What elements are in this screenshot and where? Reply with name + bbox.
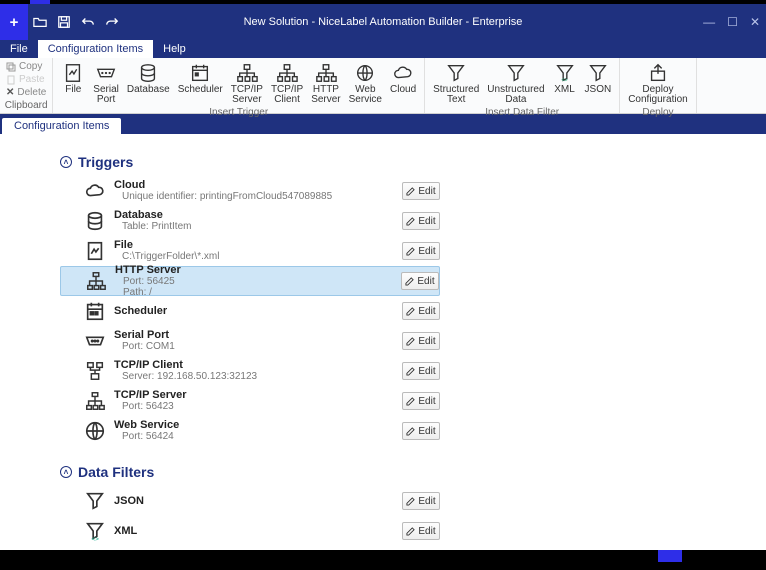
trigger-row[interactable]: CloudUnique identifier: printingFromClou…	[60, 176, 440, 206]
qat-new-button[interactable]: +	[0, 4, 28, 40]
edit-button[interactable]: Edit	[402, 302, 440, 320]
edit-button[interactable]: Edit	[402, 392, 440, 410]
ribbon-deploy[interactable]: DeployConfiguration	[624, 60, 691, 107]
ribbon-trigger-scheduler[interactable]: Scheduler	[174, 60, 227, 97]
section-filters-header[interactable]: ˄ Data Filters	[60, 464, 766, 480]
menubar: File Configuration Items Help	[0, 40, 766, 58]
edit-button[interactable]: Edit	[402, 362, 440, 380]
ribbon-filter-xml[interactable]: <>XML	[549, 60, 581, 97]
trigger-row[interactable]: Web ServicePort: 56424 Edit	[60, 416, 440, 446]
item-title: TCP/IP Server	[114, 390, 394, 401]
qat-open-button[interactable]	[28, 4, 52, 40]
menu-file[interactable]: File	[0, 40, 38, 58]
svg-text:<>: <>	[91, 536, 99, 542]
qat-undo-button[interactable]	[76, 4, 100, 40]
item-sub: Port: COM1	[114, 341, 394, 352]
tcpclient-icon	[84, 360, 106, 382]
ribbon-trigger-serial[interactable]: SerialPort	[89, 60, 123, 107]
edit-button[interactable]: Edit	[402, 212, 440, 230]
breadcrumb-tab[interactable]: Configuration Items	[2, 118, 121, 134]
filter-row[interactable]: JSON Edit	[60, 486, 440, 516]
item-title: Cloud	[114, 180, 394, 191]
item-title: Serial Port	[114, 330, 394, 341]
ribbon-delete[interactable]: ✕Delete	[4, 86, 48, 99]
trigger-row[interactable]: TCP/IP ServerPort: 56423 Edit	[60, 386, 440, 416]
edit-button[interactable]: Edit	[402, 242, 440, 260]
trigger-row[interactable]: HTTP ServerPort: 56425Path: / Edit	[60, 266, 440, 296]
maximize-button[interactable]: ☐	[727, 15, 738, 29]
edit-button[interactable]: Edit	[401, 272, 439, 290]
trigger-row[interactable]: TCP/IP ClientServer: 192.168.50.123:3212…	[60, 356, 440, 386]
edit-button[interactable]: Edit	[402, 182, 440, 200]
ribbon-filter-structured[interactable]: StructuredText	[429, 60, 483, 107]
chevron-up-icon: ˄	[60, 156, 72, 168]
scheduler-icon	[84, 300, 106, 322]
content-area: ˄ Triggers CloudUnique identifier: print…	[0, 134, 766, 550]
item-sub: Table: PrintItem	[114, 221, 394, 232]
ribbon-paste[interactable]: Paste	[4, 73, 48, 86]
item-sub: Port: 56424	[114, 431, 394, 442]
menu-configuration-items[interactable]: Configuration Items	[38, 40, 153, 58]
ribbon: Copy Paste ✕Delete Clipboard File Serial…	[0, 58, 766, 114]
item-title: File	[114, 240, 394, 251]
titlebar: + New Solution - NiceLabel Automation Bu…	[0, 4, 766, 40]
ribbon-trigger-httpserver[interactable]: HTTPServer	[307, 60, 344, 107]
item-title: TCP/IP Client	[114, 360, 394, 371]
webservice-icon	[84, 420, 106, 442]
trigger-row[interactable]: Serial PortPort: COM1 Edit	[60, 326, 440, 356]
filter-row[interactable]: <> XML Edit	[60, 516, 440, 546]
edit-button[interactable]: Edit	[402, 422, 440, 440]
serial-icon	[84, 330, 106, 352]
item-sub: Unique identifier: printingFromCloud5470…	[114, 191, 394, 202]
item-sub: Server: 192.168.50.123:32123	[114, 371, 394, 382]
ribbon-trigger-database[interactable]: Database	[123, 60, 174, 97]
item-title: Database	[114, 210, 394, 221]
ribbon-trigger-cloud[interactable]: Cloud	[386, 60, 420, 97]
ribbon-copy[interactable]: Copy	[4, 60, 48, 73]
http-icon	[85, 270, 107, 292]
item-title: JSON	[114, 496, 394, 507]
json-icon	[84, 490, 106, 512]
item-title: Scheduler	[114, 306, 394, 317]
xml-icon: <>	[84, 520, 106, 542]
ribbon-trigger-file[interactable]: File	[57, 60, 89, 97]
cloud-icon	[84, 180, 106, 202]
database-icon	[84, 210, 106, 232]
item-title: HTTP Server	[115, 265, 393, 276]
tcpserver-icon	[84, 390, 106, 412]
edit-button[interactable]: Edit	[402, 522, 440, 540]
edit-button[interactable]: Edit	[402, 492, 440, 510]
minimize-button[interactable]: —	[703, 15, 715, 29]
section-triggers-header[interactable]: ˄ Triggers	[60, 154, 766, 170]
chevron-up-icon: ˄	[60, 466, 72, 478]
trigger-row[interactable]: DatabaseTable: PrintItem Edit	[60, 206, 440, 236]
item-sub: Port: 56423	[114, 401, 394, 412]
trigger-row[interactable]: FileC:\TriggerFolder\*.xml Edit	[60, 236, 440, 266]
edit-button[interactable]: Edit	[402, 332, 440, 350]
ribbon-filter-unstructured[interactable]: UnstructuredData	[483, 60, 548, 107]
qat-redo-button[interactable]	[100, 4, 124, 40]
qat-save-button[interactable]	[52, 4, 76, 40]
ribbon-trigger-tcpclient[interactable]: TCP/IPClient	[267, 60, 307, 107]
file-icon	[84, 240, 106, 262]
svg-text:<>: <>	[561, 77, 567, 83]
close-button[interactable]: ✕	[750, 15, 760, 29]
item-title: Web Service	[114, 420, 394, 431]
item-sub2: Path: /	[115, 287, 393, 298]
ribbon-trigger-tcpserver[interactable]: TCP/IPServer	[227, 60, 267, 107]
menu-help[interactable]: Help	[153, 40, 196, 58]
item-sub: C:\TriggerFolder\*.xml	[114, 251, 394, 262]
trigger-row[interactable]: Scheduler Edit	[60, 296, 440, 326]
ribbon-filter-json[interactable]: JSON	[581, 60, 616, 97]
item-title: XML	[114, 526, 394, 537]
ribbon-trigger-webservice[interactable]: WebService	[345, 60, 386, 107]
item-sub: Port: 56425	[115, 276, 393, 287]
